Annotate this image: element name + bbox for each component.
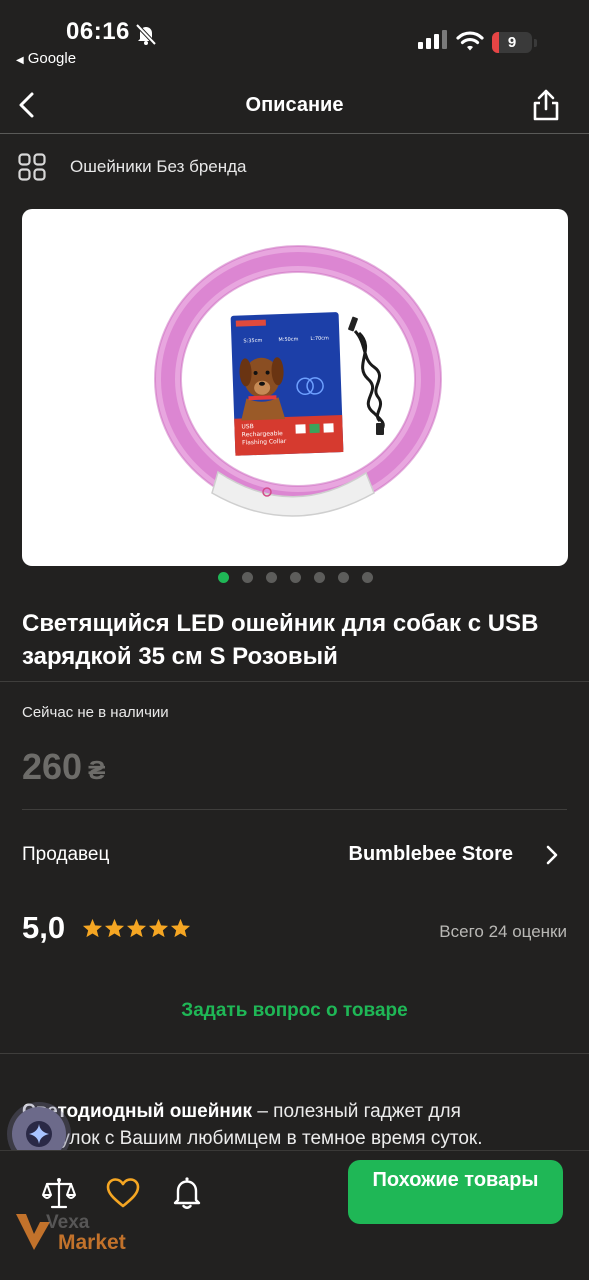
back-app-label: Google: [27, 50, 77, 67]
gallery-dot[interactable]: [290, 572, 301, 583]
product-image-card[interactable]: S:35cm M:50cm L:70cm USB Rechargeable Fl…: [22, 209, 568, 566]
similar-products-button[interactable]: Похожие товары: [348, 1160, 563, 1224]
share-icon[interactable]: [530, 88, 562, 122]
sparkle-icon: [26, 1121, 52, 1147]
page-title: Описание: [245, 94, 344, 116]
divider: [0, 681, 589, 682]
star-icon: [126, 918, 147, 938]
back-to-app-link[interactable]: ◀ Google: [16, 50, 76, 67]
star-icon: [82, 918, 103, 938]
pack-size-s: S:35cm: [243, 338, 262, 345]
rating-count: Всего 24 оценки: [439, 922, 567, 941]
navbar: Описание: [0, 76, 589, 134]
product-image: S:35cm M:50cm L:70cm USB Rechargeable Fl…: [154, 245, 442, 517]
breadcrumb-label: Ошейники Без бренда: [70, 157, 247, 176]
divider: [0, 1053, 589, 1054]
categories-grid-icon: [18, 153, 46, 181]
seller-label: Продавец: [22, 844, 110, 865]
gallery-dot[interactable]: [314, 572, 325, 583]
status-bar: 06:16 ◀ Google 9: [0, 0, 589, 76]
product-description: Светодиодный ошейник – полезный гаджет д…: [22, 1098, 542, 1152]
rating-row[interactable]: 5,0 Всего 24 оценки: [22, 908, 567, 948]
gallery-pagination[interactable]: [218, 572, 373, 583]
battery-level: 9: [507, 34, 517, 51]
star-icon: [148, 918, 169, 938]
chevron-right-icon: [546, 845, 558, 865]
product-title: Светящийся LED ошейник для собак с USB з…: [22, 610, 539, 670]
status-time: 06:16: [66, 18, 130, 45]
back-triangle-icon: ◀: [16, 55, 24, 66]
pack-size-m: M:50cm: [278, 336, 298, 343]
ask-question-link[interactable]: Задать вопрос о товаре: [0, 1000, 589, 1022]
price-currency: ₴: [88, 755, 106, 785]
breadcrumb[interactable]: Ошейники Без бренда: [18, 150, 247, 184]
seller-row[interactable]: Продавец Bumblebee Store: [22, 840, 567, 870]
cellular-signal-icon: [418, 30, 447, 49]
star-icon: [104, 918, 125, 938]
gallery-dot[interactable]: [242, 572, 253, 583]
compare-scales-icon[interactable]: [41, 1175, 77, 1211]
gallery-dot[interactable]: [362, 572, 373, 583]
battery-indicator: 9: [492, 32, 532, 53]
pack-size-l: L:70cm: [310, 335, 329, 342]
gallery-dot[interactable]: [218, 572, 229, 583]
gallery-dot[interactable]: [266, 572, 277, 583]
divider: [22, 809, 567, 810]
price-value: 260: [22, 746, 83, 787]
bell-off-icon: [135, 23, 157, 46]
star-icon: [170, 918, 191, 938]
bell-icon[interactable]: [169, 1175, 205, 1211]
gallery-dot[interactable]: [338, 572, 349, 583]
heart-icon[interactable]: [105, 1175, 141, 1211]
pack-text-usb: USB: [241, 423, 254, 430]
rating-stars: [82, 918, 191, 938]
watermark-line2: Market: [58, 1231, 126, 1254]
seller-name[interactable]: Bumblebee Store: [349, 843, 513, 866]
rating-value: 5,0: [22, 910, 66, 945]
product-price: 260 ₴: [22, 746, 105, 788]
wifi-icon: [456, 31, 484, 51]
battery-cap: [534, 39, 537, 47]
availability-status: Сейчас не в наличии: [22, 704, 169, 721]
pack-text-rechargeable: Rechargeable: [242, 430, 284, 438]
